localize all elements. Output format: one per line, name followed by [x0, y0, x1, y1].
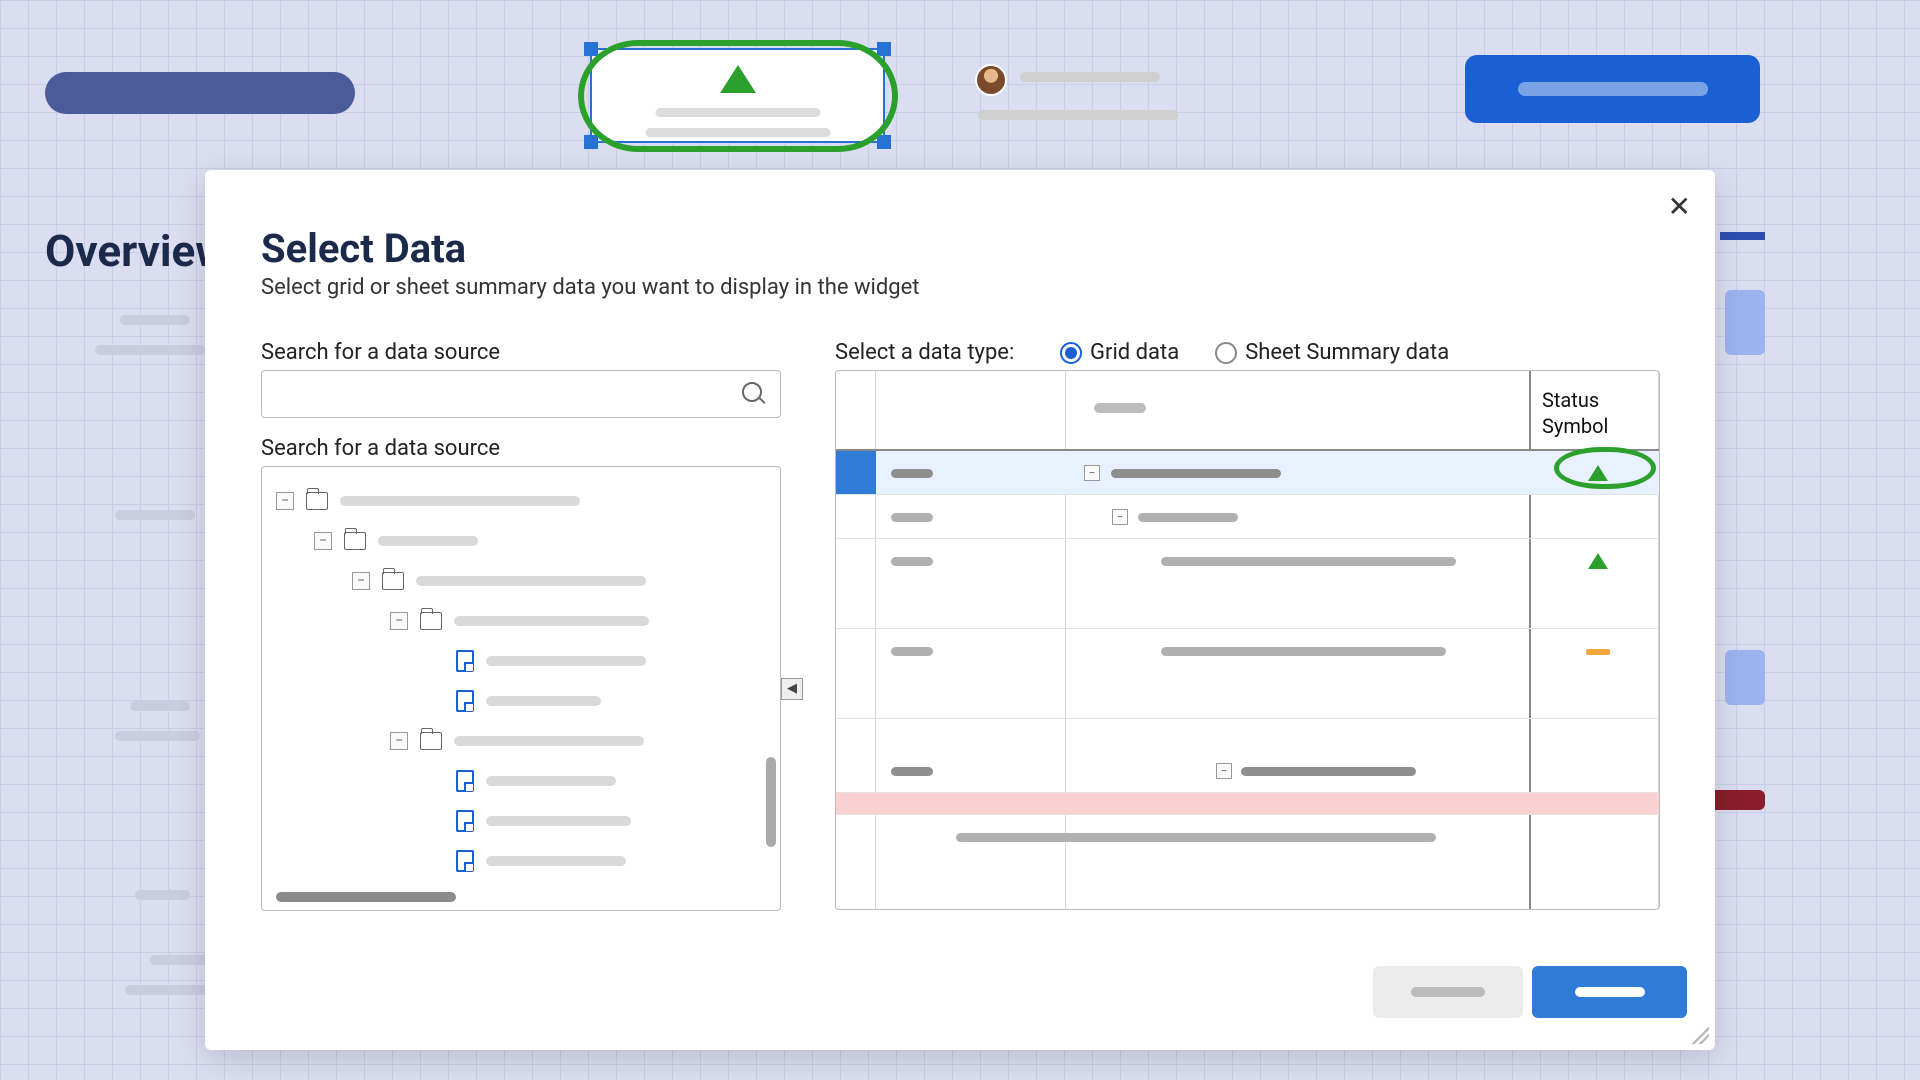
modal-subtitle: Select grid or sheet summary data you wa… [261, 275, 919, 300]
resize-handle-br[interactable] [877, 135, 891, 149]
column-header-status[interactable]: Status Symbol [1542, 387, 1659, 439]
skeleton [120, 315, 190, 325]
grid-row[interactable] [836, 815, 1659, 859]
tree-item-label [340, 496, 580, 506]
skeleton [1725, 650, 1765, 705]
search-input[interactable] [261, 370, 781, 418]
grid-row[interactable]: − [836, 451, 1659, 495]
row-selector[interactable] [836, 451, 876, 494]
modal-title: Select Data [261, 225, 466, 272]
search-label: Search for a data source [261, 340, 500, 365]
grid-row[interactable]: − [836, 749, 1659, 793]
collapse-icon[interactable]: − [390, 612, 408, 630]
skeleton [130, 701, 190, 711]
dash-icon [1586, 649, 1610, 655]
expand-icon[interactable]: − [1084, 465, 1100, 481]
skeleton-line [978, 110, 1178, 120]
page-title: Overview [45, 225, 228, 277]
folder-icon [420, 732, 442, 750]
tree-item-label [486, 656, 646, 666]
grid-row[interactable] [836, 793, 1659, 815]
collapse-icon[interactable]: − [314, 532, 332, 550]
expand-icon[interactable]: − [1216, 763, 1232, 779]
sheet-icon [456, 690, 474, 712]
data-source-tree[interactable]: − − − − − [261, 466, 781, 911]
data-type-label: Select a data type: [835, 340, 1014, 365]
collapse-panel-toggle[interactable]: ◀ [781, 466, 805, 911]
tree-item-label [416, 576, 646, 586]
grid-row[interactable] [836, 539, 1659, 629]
tree-item[interactable]: − [276, 481, 766, 521]
search-icon [742, 382, 766, 406]
tree-item-label [454, 616, 649, 626]
sheet-icon [456, 810, 474, 832]
tree-item[interactable]: − [276, 521, 766, 561]
folder-icon [382, 572, 404, 590]
confirm-button[interactable] [1532, 966, 1687, 1018]
column-header[interactable] [1094, 403, 1146, 413]
widget-line [655, 108, 820, 117]
cancel-button[interactable] [1373, 966, 1523, 1018]
tree-item-label [486, 816, 631, 826]
radio-label: Grid data [1090, 340, 1179, 365]
resize-handle-tr[interactable] [877, 42, 891, 56]
primary-action-button[interactable] [1465, 55, 1760, 123]
folder-icon [420, 612, 442, 630]
folder-icon [306, 492, 328, 510]
select-data-modal: ✕ Select Data Select grid or sheet summa… [205, 170, 1715, 1050]
skeleton [135, 890, 190, 900]
selected-widget[interactable] [590, 48, 885, 143]
tree-item-label [486, 696, 601, 706]
widget-line [645, 128, 830, 137]
folder-icon [344, 532, 366, 550]
collapse-icon[interactable]: − [352, 572, 370, 590]
tree-label: Search for a data source [261, 436, 500, 461]
sheet-icon [456, 850, 474, 872]
skeleton-line [1020, 72, 1160, 82]
dashboard-title-pill [45, 72, 355, 114]
grid-row[interactable]: − [836, 495, 1659, 539]
skeleton [115, 731, 200, 741]
sheet-icon [456, 770, 474, 792]
expand-icon[interactable]: − [1112, 509, 1128, 525]
skeleton [115, 510, 195, 520]
close-icon[interactable]: ✕ [1668, 190, 1691, 223]
resize-handle-bl[interactable] [584, 135, 598, 149]
skeleton [125, 985, 215, 995]
chevron-left-icon: ◀ [781, 678, 803, 700]
triangle-up-icon [1588, 553, 1608, 569]
radio-sheet-summary[interactable]: Sheet Summary data [1215, 340, 1449, 365]
grid-row[interactable] [836, 629, 1659, 719]
avatar [975, 64, 1007, 96]
resize-grip-icon[interactable] [1691, 1026, 1709, 1044]
tree-item[interactable] [276, 761, 766, 801]
skeleton [1720, 232, 1765, 240]
tree-item-label [454, 736, 644, 746]
radio-grid-data[interactable]: Grid data [1060, 340, 1179, 365]
sheet-icon [456, 650, 474, 672]
tree-item[interactable]: − [276, 601, 766, 641]
tree-item[interactable] [276, 801, 766, 841]
tree-item-label [486, 856, 626, 866]
tree-item[interactable] [276, 681, 766, 721]
triangle-up-icon [1588, 465, 1608, 481]
collapse-icon[interactable]: − [276, 492, 294, 510]
tree-item-label [378, 536, 478, 546]
triangle-up-icon [720, 65, 756, 93]
tree-item[interactable] [276, 641, 766, 681]
scrollbar-horizontal[interactable] [276, 892, 456, 902]
scrollbar-vertical[interactable] [766, 757, 776, 847]
tree-item[interactable]: − [276, 561, 766, 601]
tree-item[interactable]: − [276, 721, 766, 761]
tree-item-label [486, 776, 616, 786]
radio-label: Sheet Summary data [1245, 340, 1449, 365]
resize-handle-tl[interactable] [584, 42, 598, 56]
grid-header: Status Symbol [836, 371, 1659, 451]
tree-item[interactable] [276, 841, 766, 881]
skeleton [95, 345, 205, 355]
grid-preview[interactable]: Status Symbol − − − [835, 370, 1660, 910]
skeleton [1725, 290, 1765, 355]
collapse-icon[interactable]: − [390, 732, 408, 750]
